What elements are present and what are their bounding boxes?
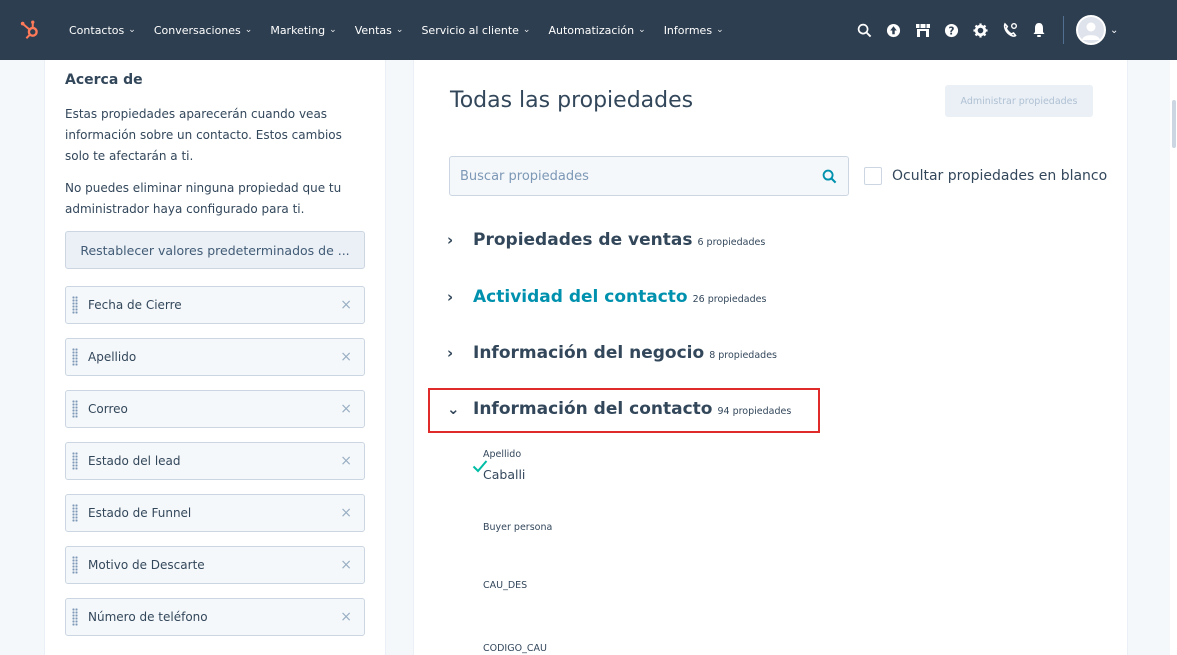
nav-informes[interactable]: Informes ⌄ <box>655 0 733 60</box>
scrollbar-thumb[interactable] <box>1172 100 1176 148</box>
group-propiedades-de-ventas[interactable]: › Propiedades de ventas 6 propiedades <box>447 230 765 250</box>
group-name: Información del negocio <box>473 343 705 363</box>
list-item[interactable]: Motivo de Descarte × <box>65 546 365 584</box>
nav-icon-bar: ? ⌄ <box>850 0 1118 60</box>
group-name: Propiedades de ventas <box>473 230 693 250</box>
scrollbar[interactable] <box>1170 60 1177 655</box>
list-item[interactable]: Número de teléfono × <box>65 598 365 636</box>
search-input[interactable] <box>460 168 820 184</box>
list-item[interactable]: Estado del lead × <box>65 442 365 480</box>
page-title: Todas las propiedades <box>450 88 694 113</box>
chevron-down-icon[interactable]: ⌄ <box>1110 25 1118 36</box>
search-box <box>449 156 849 196</box>
chevron-right-icon: › <box>447 288 454 306</box>
manage-properties-button[interactable]: Administrar propiedades <box>945 85 1093 117</box>
drag-handle-icon[interactable] <box>72 400 78 418</box>
list-item[interactable]: Estado de Funnel × <box>65 494 365 532</box>
group-count: 8 propiedades <box>709 350 777 361</box>
close-icon[interactable]: × <box>340 505 352 521</box>
drag-handle-icon[interactable] <box>72 608 78 626</box>
nav-conversaciones[interactable]: Conversaciones ⌄ <box>145 0 262 60</box>
search-icon[interactable] <box>850 0 879 60</box>
svg-text:?: ? <box>949 25 955 37</box>
calling-icon[interactable] <box>995 0 1024 60</box>
reset-defaults-button[interactable]: Restablecer valores predeterminados de .… <box>65 231 365 269</box>
property-field-cau-des[interactable]: CAU_DES <box>483 580 527 591</box>
drag-handle-icon[interactable] <box>72 556 78 574</box>
about-panel: Acerca de Estas propiedades aparecerán c… <box>44 60 386 655</box>
nav-divider <box>1063 16 1064 44</box>
group-informacion-del-contacto[interactable]: ⌄ Información del contacto 94 propiedade… <box>447 399 791 419</box>
about-title: Acerca de <box>65 72 143 88</box>
close-icon[interactable]: × <box>340 453 352 469</box>
chevron-down-icon: ⌄ <box>128 25 136 35</box>
chevron-down-icon: ⌄ <box>447 400 460 418</box>
close-icon[interactable]: × <box>340 297 352 313</box>
field-value: Caballi <box>483 467 526 482</box>
hide-blank-toggle[interactable]: Ocultar propiedades en blanco <box>864 167 1107 185</box>
drag-handle-icon[interactable] <box>72 504 78 522</box>
chevron-down-icon: ⌄ <box>716 25 724 35</box>
close-icon[interactable]: × <box>340 557 352 573</box>
property-field-buyer-persona[interactable]: Buyer persona <box>483 522 552 533</box>
group-count: 26 propiedades <box>692 294 767 305</box>
chevron-down-icon: ⌄ <box>244 25 253 35</box>
list-item[interactable]: Correo × <box>65 390 365 428</box>
hide-blank-checkbox[interactable] <box>864 167 882 185</box>
help-icon[interactable]: ? <box>937 0 966 60</box>
chevron-down-icon: ⌄ <box>329 25 337 35</box>
chevron-down-icon: ⌄ <box>522 25 531 35</box>
nav-servicio-al-cliente[interactable]: Servicio al cliente ⌄ <box>412 0 539 60</box>
chevron-down-icon: ⌄ <box>395 25 404 35</box>
group-name: Actividad del contacto <box>473 287 688 307</box>
field-label: CAU_DES <box>483 580 528 591</box>
user-avatar[interactable] <box>1076 15 1106 45</box>
hide-blank-label: Ocultar propiedades en blanco <box>892 168 1108 184</box>
nav-contactos[interactable]: Contactos ⌄ <box>60 0 145 60</box>
group-informacion-del-negocio[interactable]: › Información del negocio 8 propiedades <box>447 343 777 363</box>
drag-handle-icon[interactable] <box>72 296 78 314</box>
drag-handle-icon[interactable] <box>72 348 78 366</box>
field-label: CODIGO_CAU <box>483 643 547 654</box>
list-item[interactable]: Fecha de Cierre × <box>65 286 365 324</box>
search-icon[interactable] <box>820 167 838 185</box>
list-item[interactable]: Apellido × <box>65 338 365 376</box>
group-actividad-del-contacto[interactable]: › Actividad del contacto 26 propiedades <box>447 287 766 307</box>
marketplace-icon[interactable] <box>908 0 937 60</box>
main-menu: Contactos ⌄ Conversaciones ⌄ Marketing ⌄ Ve… <box>60 0 733 60</box>
close-icon[interactable]: × <box>340 401 352 417</box>
chevron-down-icon: ⌄ <box>638 25 646 35</box>
nav-automatizacion[interactable]: Automatización ⌄ <box>539 0 654 60</box>
all-properties-panel: Todas las propiedades Administrar propie… <box>413 60 1128 655</box>
close-icon[interactable]: × <box>340 609 352 625</box>
nav-marketing[interactable]: Marketing ⌄ <box>261 0 345 60</box>
group-name: Información del contacto <box>473 399 713 419</box>
selected-properties-list: Fecha de Cierre × Apellido × Correo × Estad… <box>65 286 365 650</box>
nav-ventas[interactable]: Ventas ⌄ <box>346 0 413 60</box>
property-field-apellido[interactable]: Apellido Caballi <box>483 449 525 482</box>
chevron-right-icon: › <box>447 344 454 362</box>
notifications-icon[interactable] <box>1024 0 1053 60</box>
field-label: Apellido <box>483 449 522 460</box>
upgrade-icon[interactable] <box>879 0 908 60</box>
group-count: 94 propiedades <box>717 406 792 417</box>
chevron-right-icon: › <box>447 231 454 249</box>
settings-icon[interactable] <box>966 0 995 60</box>
close-icon[interactable]: × <box>340 349 352 365</box>
group-count: 6 propiedades <box>697 237 766 248</box>
about-description: Estas propiedades aparecerán cuando veas… <box>65 107 342 163</box>
about-note: No puedes eliminar ninguna propiedad que… <box>65 181 342 216</box>
field-label: Buyer persona <box>483 522 553 533</box>
top-navigation: Contactos ⌄ Conversaciones ⌄ Marketing ⌄ Ve… <box>0 0 1177 60</box>
drag-handle-icon[interactable] <box>72 452 78 470</box>
hubspot-logo-icon[interactable] <box>0 0 60 60</box>
property-field-codigo-cau[interactable]: CODIGO_CAU <box>483 643 547 654</box>
